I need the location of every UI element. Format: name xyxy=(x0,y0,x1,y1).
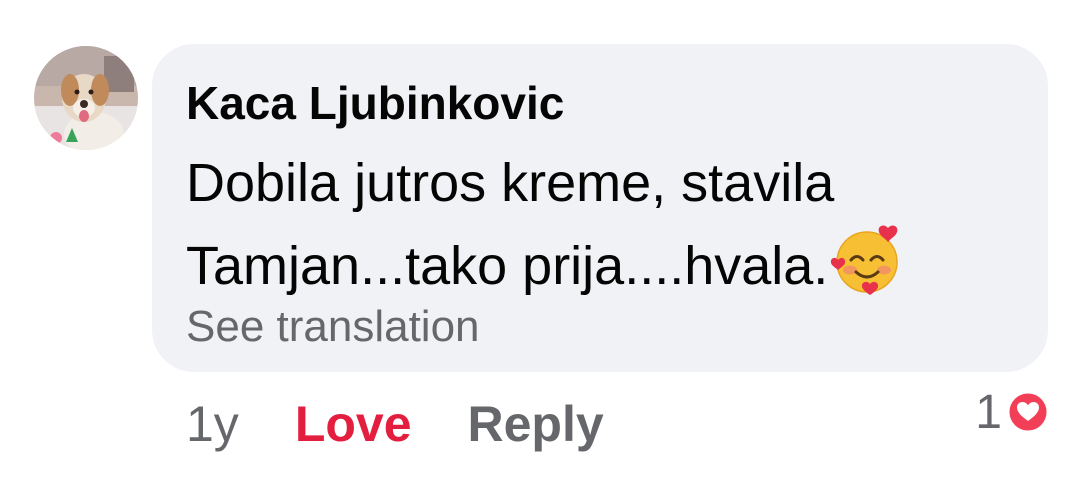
smiling-face-with-hearts-icon xyxy=(830,222,904,296)
comment-actions: 1y Love Reply xyxy=(186,392,604,456)
comment-bubble: Kaca Ljubinkovic Dobila jutros kreme, st… xyxy=(152,44,1048,372)
avatar-image xyxy=(34,46,138,150)
comment: Kaca Ljubinkovic Dobila jutros kreme, st… xyxy=(0,0,1080,495)
comment-text-line: Tamjan...tako prija....hvala. xyxy=(186,222,1026,305)
comment-text-line-content: Tamjan...tako prija....hvala. xyxy=(186,236,829,296)
see-translation-link[interactable]: See translation xyxy=(186,302,480,352)
reaction-count: 1 xyxy=(975,385,1002,439)
love-button[interactable]: Love xyxy=(295,395,412,453)
avatar[interactable] xyxy=(34,46,138,150)
reaction-summary[interactable]: 1 xyxy=(975,384,1050,440)
heart-icon xyxy=(1006,390,1050,434)
comment-text-line: Dobila jutros kreme, stavila xyxy=(186,153,835,213)
comment-timestamp[interactable]: 1y xyxy=(186,395,239,453)
author-name[interactable]: Kaca Ljubinkovic xyxy=(186,76,564,130)
reply-button[interactable]: Reply xyxy=(468,395,604,453)
comment-text: Dobila jutros kreme, stavila Tamjan...ta… xyxy=(186,144,1026,305)
